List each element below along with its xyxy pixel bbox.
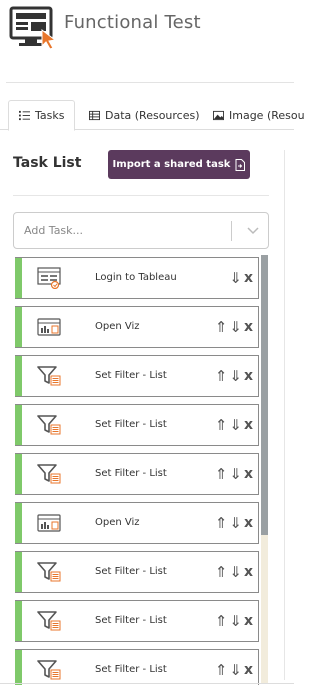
tab-bar: Tasks Data (Resources) Image (Resou <box>0 100 305 131</box>
task-status-stripe <box>15 601 22 641</box>
task-item[interactable]: Set Filter - List ⇑ ⇓ x <box>15 600 259 642</box>
import-shared-task-button[interactable]: Import a shared task <box>108 150 250 179</box>
task-item[interactable]: Set Filter - List ⇑ ⇓ x <box>15 551 259 593</box>
add-task-select[interactable]: Add Task... <box>13 212 269 249</box>
app-title: Functional Test <box>64 12 201 33</box>
tab-data-resources[interactable]: Data (Resources) <box>79 100 210 130</box>
task-item[interactable]: Set Filter - List ⇑ ⇓ x <box>15 453 259 495</box>
move-up-icon[interactable]: ⇑ <box>215 514 228 532</box>
list-icon <box>19 110 30 121</box>
task-label: Set Filter - List <box>95 370 167 381</box>
task-item[interactable]: Login to Tableau ⇓ x <box>15 257 259 299</box>
task-status-stripe <box>15 356 22 396</box>
move-down-icon[interactable]: ⇓ <box>229 318 242 336</box>
task-actions: ⇑ ⇓ x <box>215 514 253 532</box>
tab-tasks[interactable]: Tasks <box>8 100 76 131</box>
remove-task-icon[interactable]: x <box>244 269 253 287</box>
tab-label: Image (Resou <box>229 108 305 122</box>
task-status-stripe <box>15 405 22 445</box>
select-separator <box>231 221 232 241</box>
move-up-icon[interactable]: ⇑ <box>215 367 228 385</box>
remove-task-icon[interactable]: x <box>244 563 253 581</box>
task-item[interactable]: Set Filter - List ⇑ ⇓ x <box>15 404 259 446</box>
task-actions: ⇑ ⇓ x <box>215 612 253 630</box>
file-import-icon <box>235 158 246 171</box>
image-icon <box>213 110 224 120</box>
task-label: Set Filter - List <box>95 615 167 626</box>
remove-task-icon[interactable]: x <box>244 514 253 532</box>
task-status-stripe <box>15 258 22 298</box>
move-down-icon[interactable]: ⇓ <box>229 465 242 483</box>
move-up-icon[interactable]: ⇑ <box>215 563 228 581</box>
panel-divider <box>13 195 269 196</box>
move-up-icon[interactable]: ⇑ <box>215 661 228 679</box>
table-icon <box>89 110 100 120</box>
move-down-icon[interactable]: ⇓ <box>229 563 242 581</box>
filter-list-icon <box>37 659 61 681</box>
task-item[interactable]: Set Filter - List ⇑ ⇓ x <box>15 649 259 685</box>
viz-window-icon <box>37 316 61 338</box>
filter-list-icon <box>37 561 61 583</box>
viz-window-icon <box>37 512 61 534</box>
task-actions: ⇓ x <box>229 269 253 287</box>
tab-label: Data (Resources) <box>105 108 200 122</box>
remove-task-icon[interactable]: x <box>244 661 253 679</box>
task-status-stripe <box>15 307 22 347</box>
task-actions: ⇑ ⇓ x <box>215 416 253 434</box>
filter-list-icon <box>37 610 61 632</box>
move-down-icon[interactable]: ⇓ <box>229 269 242 287</box>
remove-task-icon[interactable]: x <box>244 416 253 434</box>
chevron-down-icon[interactable] <box>246 223 260 237</box>
task-label: Set Filter - List <box>95 566 167 577</box>
task-label: Set Filter - List <box>95 419 167 430</box>
task-status-stripe <box>15 552 22 592</box>
filter-list-icon <box>37 414 61 436</box>
task-actions: ⇑ ⇓ x <box>215 367 253 385</box>
task-label: Set Filter - List <box>95 664 167 675</box>
move-down-icon[interactable]: ⇓ <box>229 612 242 630</box>
task-label: Open Viz <box>95 321 140 332</box>
task-actions: ⇑ ⇓ x <box>215 563 253 581</box>
bottom-divider <box>0 683 294 684</box>
move-up-icon[interactable]: ⇑ <box>215 612 228 630</box>
remove-task-icon[interactable]: x <box>244 465 253 483</box>
task-status-stripe <box>15 454 22 494</box>
task-item[interactable]: Open Viz ⇑ ⇓ x <box>15 502 259 544</box>
app-header: Functional Test <box>0 0 294 60</box>
task-status-stripe <box>15 503 22 543</box>
tab-label: Tasks <box>35 109 65 122</box>
task-item[interactable]: Set Filter - List ⇑ ⇓ x <box>15 355 259 397</box>
move-up-icon[interactable]: ⇑ <box>215 318 228 336</box>
scrollbar-thumb[interactable] <box>261 255 268 535</box>
task-actions: ⇑ ⇓ x <box>215 661 253 679</box>
header-divider <box>6 82 294 83</box>
task-actions: ⇑ ⇓ x <box>215 318 253 336</box>
move-down-icon[interactable]: ⇓ <box>229 367 242 385</box>
tab-image-resources[interactable]: Image (Resou <box>203 100 315 130</box>
task-label: Open Viz <box>95 517 140 528</box>
remove-task-icon[interactable]: x <box>244 612 253 630</box>
remove-task-icon[interactable]: x <box>244 318 253 336</box>
task-list-title: Task List <box>13 155 82 171</box>
move-down-icon[interactable]: ⇓ <box>229 661 242 679</box>
move-up-icon[interactable]: ⇑ <box>215 416 228 434</box>
task-item[interactable]: Open Viz ⇑ ⇓ x <box>15 306 259 348</box>
move-up-icon[interactable]: ⇑ <box>215 465 228 483</box>
task-list: Login to Tableau ⇓ x Open Viz ⇑ ⇓ x Set Filter … <box>0 255 294 685</box>
import-button-label: Import a shared task <box>112 159 231 170</box>
task-actions: ⇑ ⇓ x <box>215 465 253 483</box>
filter-list-icon <box>37 365 61 387</box>
filter-list-icon <box>37 463 61 485</box>
move-down-icon[interactable]: ⇓ <box>229 514 242 532</box>
task-label: Set Filter - List <box>95 468 167 479</box>
add-task-placeholder: Add Task... <box>24 224 84 237</box>
move-down-icon[interactable]: ⇓ <box>229 416 242 434</box>
remove-task-icon[interactable]: x <box>244 367 253 385</box>
login-form-icon <box>37 267 61 290</box>
task-label: Login to Tableau <box>95 272 177 283</box>
monitor-cursor-icon <box>9 6 57 50</box>
task-status-stripe <box>15 650 22 685</box>
